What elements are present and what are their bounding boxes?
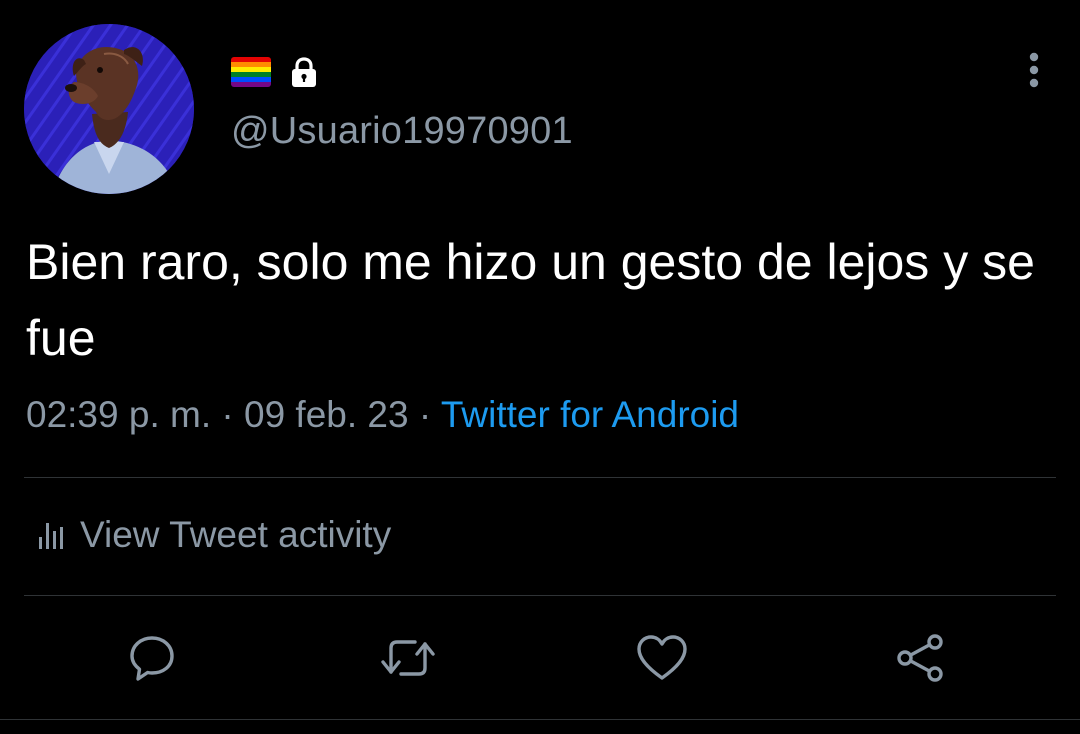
divider [0, 719, 1080, 720]
like-button[interactable] [622, 618, 702, 698]
tweet-source-link[interactable]: Twitter for Android [441, 394, 739, 435]
view-tweet-activity-button[interactable]: View Tweet activity [38, 514, 391, 556]
more-options-button[interactable] [1014, 50, 1054, 90]
flag-stripe [231, 82, 271, 87]
view-tweet-activity-label: View Tweet activity [80, 514, 392, 555]
share-icon [897, 634, 943, 682]
tweet-detail: @Usuario19970901 Bien raro, solo me hizo… [0, 0, 1080, 734]
share-button[interactable] [880, 618, 960, 698]
divider [24, 477, 1056, 478]
retweet-button[interactable] [368, 618, 448, 698]
tweet-meta: 02:39 p. m. · 09 feb. 23 · Twitter for A… [26, 394, 739, 436]
more-vertical-icon [1029, 52, 1039, 88]
rainbow-flag-icon [231, 57, 271, 87]
retweet-icon [381, 640, 435, 676]
tweet-text: Bien raro, solo me hizo un gesto de lejo… [26, 234, 1035, 366]
meta-separator: · [221, 394, 234, 435]
lock-icon [292, 57, 316, 87]
tweet-date: 09 feb. 23 [244, 394, 409, 435]
avatar[interactable] [24, 24, 194, 194]
heart-icon [637, 635, 687, 680]
tweet-time: 02:39 p. m. [26, 394, 212, 435]
divider [24, 595, 1056, 596]
bar-chart-icon [39, 523, 63, 549]
avatar-image [24, 24, 194, 194]
meta-separator: · [418, 394, 432, 435]
user-handle[interactable]: @Usuario19970901 [231, 110, 573, 153]
profile-badges [231, 55, 321, 89]
reply-icon [130, 636, 174, 681]
tweet-action-bar [0, 618, 1080, 698]
reply-button[interactable] [112, 618, 192, 698]
